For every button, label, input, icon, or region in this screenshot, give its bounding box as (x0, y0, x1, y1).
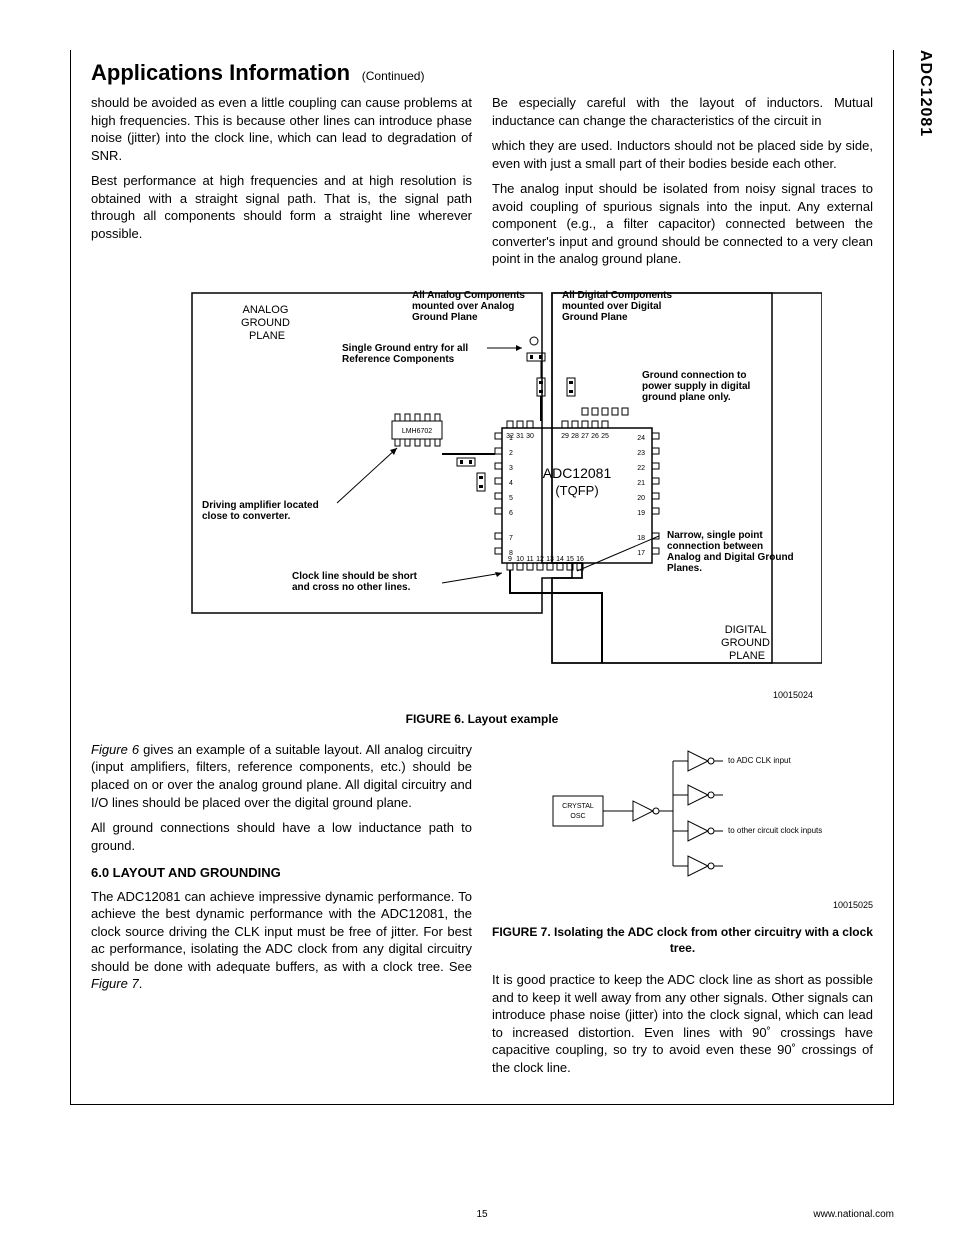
side-part-number: ADC12081 (916, 50, 934, 137)
svg-text:to ADC CLK input: to ADC CLK input (728, 756, 791, 765)
figure-7-diagram: CRYSTAL OSC to ADC CLK input (523, 741, 843, 891)
svg-text:7: 7 (509, 535, 513, 542)
page-number: 15 (476, 1209, 487, 1220)
figure-7-caption: FIGURE 7. Isolating the ADC clock from o… (492, 924, 873, 956)
content-frame: Applications Information (Continued) sho… (70, 50, 894, 1105)
svg-text:5: 5 (509, 495, 513, 502)
svg-text:DIGITAL GROUND: DIGITAL GROUND PLANE (721, 624, 773, 662)
svg-text:25: 25 (601, 433, 609, 440)
svg-text:11: 11 (526, 556, 533, 563)
svg-text:to other circuit clock inputs: to other circuit clock inputs (728, 826, 822, 835)
paragraph: The analog input should be isolated from… (492, 180, 873, 268)
svg-text:13: 13 (546, 556, 554, 563)
svg-text:Clock line should be short: Clock line should be short and cross no … (292, 571, 420, 593)
svg-text:28: 28 (571, 433, 579, 440)
figure-7-id: 10015025 (492, 899, 873, 911)
svg-text:ADC12081: ADC12081 (543, 465, 612, 481)
svg-text:19: 19 (637, 510, 645, 517)
svg-text:24: 24 (637, 435, 645, 442)
svg-text:6: 6 (509, 510, 513, 517)
svg-text:10: 10 (516, 556, 524, 563)
svg-text:29: 29 (561, 433, 569, 440)
figure-7-container: CRYSTAL OSC to ADC CLK input (492, 741, 873, 912)
paragraph: Figure 6 gives an example of a suitable … (91, 741, 472, 811)
paragraph: should be avoided as even a little coupl… (91, 94, 472, 164)
analog-plane-label: ANALOG GROUND PLANE (241, 304, 293, 342)
figure-6-id: 10015024 (91, 690, 813, 700)
svg-text:9: 9 (508, 556, 512, 563)
text: . (139, 976, 143, 991)
section-title: Applications Information (91, 60, 350, 85)
svg-text:12: 12 (536, 556, 544, 563)
paragraph: Be especially careful with the layout of… (492, 94, 873, 129)
svg-text:LMH6702: LMH6702 (402, 428, 432, 435)
svg-text:20: 20 (637, 495, 645, 502)
svg-text:OSC: OSC (570, 813, 585, 820)
svg-text:26: 26 (591, 433, 599, 440)
svg-text:23: 23 (637, 450, 645, 457)
text: gives an example of a suitable layout. A… (91, 742, 472, 810)
svg-text:Single Ground entry for all: Single Ground entry for all Reference Co… (342, 343, 471, 365)
figure-6-caption: FIGURE 6. Layout example (91, 712, 873, 726)
svg-text:CRYSTAL: CRYSTAL (562, 803, 594, 810)
lower-left-column: Figure 6 gives an example of a suitable … (91, 741, 472, 1084)
footer-url: www.national.com (813, 1209, 894, 1220)
page-footer: 15 www.national.com (70, 1209, 894, 1220)
svg-text:17: 17 (637, 550, 645, 557)
paragraph: which they are used. Inductors should no… (492, 137, 873, 172)
svg-text:21: 21 (637, 480, 645, 487)
svg-text:4: 4 (509, 480, 513, 487)
figure-ref: Figure 7 (91, 976, 139, 991)
figure-6-diagram: ANALOG GROUND PLANE All Analog Component… (142, 283, 822, 683)
figure-6-container: ANALOG GROUND PLANE All Analog Component… (91, 283, 873, 726)
section-header: Applications Information (Continued) (91, 60, 873, 86)
text: The ADC12081 can achieve impressive dyna… (91, 889, 472, 974)
lower-right-column: CRYSTAL OSC to ADC CLK input (492, 741, 873, 1084)
paragraph: Best performance at high frequencies and… (91, 172, 472, 242)
svg-text:All Digital Components: All Digital Components mounted over Digi… (562, 290, 675, 323)
paragraph: It is good practice to keep the ADC cloc… (492, 971, 873, 1076)
top-text-columns: should be avoided as even a little coupl… (91, 94, 873, 268)
svg-text:27: 27 (581, 433, 589, 440)
svg-text:All Analog Components: All Analog Components mounted over Analo… (412, 290, 528, 323)
svg-text:3: 3 (509, 465, 513, 472)
paragraph: The ADC12081 can achieve impressive dyna… (91, 888, 472, 993)
lower-columns: Figure 6 gives an example of a suitable … (91, 741, 873, 1084)
svg-text:18: 18 (637, 535, 645, 542)
svg-text:30: 30 (526, 433, 534, 440)
svg-text:Narrow, single point c: Narrow, single point connection between … (667, 530, 796, 574)
svg-text:15: 15 (566, 556, 574, 563)
paragraph: All ground connections should have a low… (91, 819, 472, 854)
svg-text:2: 2 (509, 450, 513, 457)
svg-text:(TQFP): (TQFP) (555, 483, 598, 498)
svg-text:14: 14 (556, 556, 564, 563)
svg-text:31: 31 (516, 433, 524, 440)
svg-text:Ground connection to p: Ground connection to power supply in dig… (642, 370, 753, 403)
figure-ref: Figure 6 (91, 742, 139, 757)
continued-label: (Continued) (362, 69, 425, 83)
svg-text:Driving amplifier located: Driving amplifier located close to conve… (202, 500, 321, 522)
subsection-title: 6.0 LAYOUT AND GROUNDING (91, 864, 472, 882)
svg-text:16: 16 (576, 556, 584, 563)
svg-text:22: 22 (637, 465, 645, 472)
svg-text:1: 1 (509, 435, 513, 442)
